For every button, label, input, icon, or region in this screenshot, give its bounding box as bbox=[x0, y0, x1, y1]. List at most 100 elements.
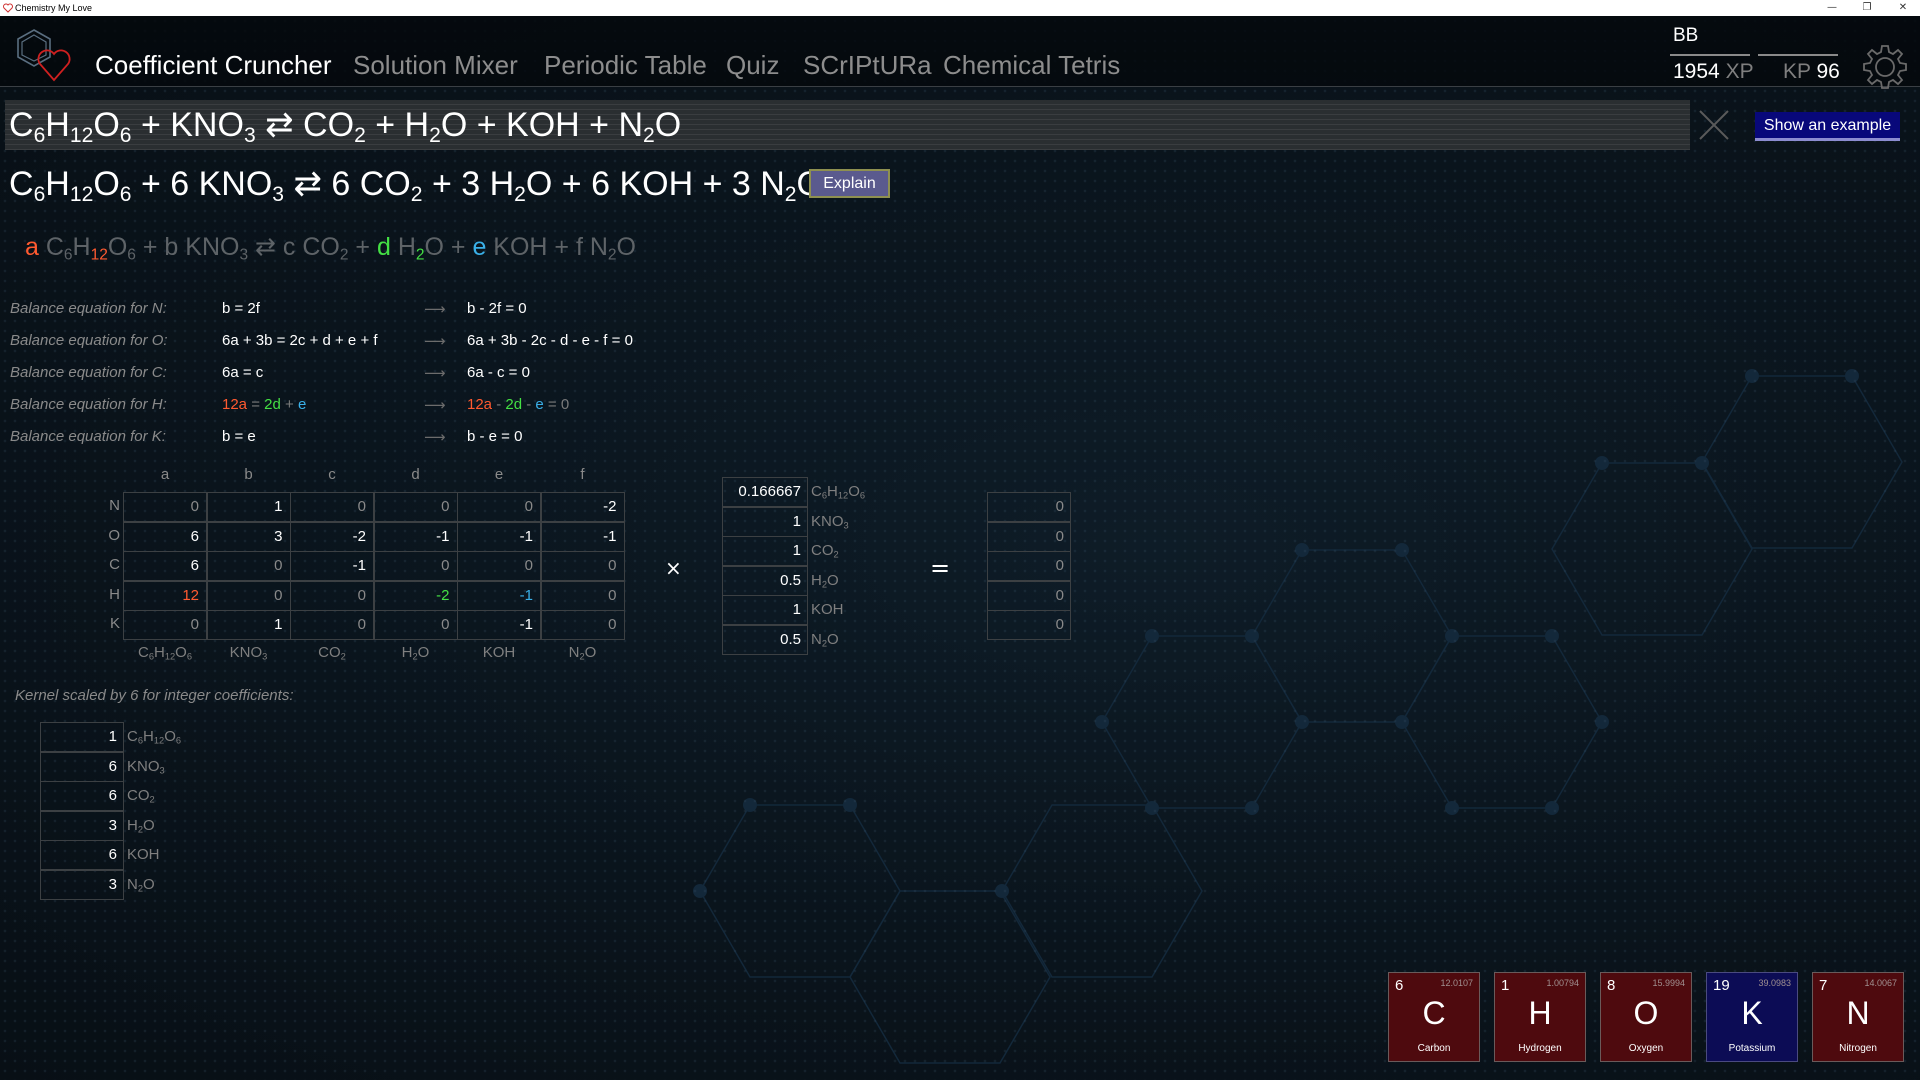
element-name: Nitrogen bbox=[1839, 1043, 1877, 1054]
tab-chemical-tetris[interactable]: Chemical Tetris bbox=[943, 50, 1120, 81]
kernel-scaled-species: N2O bbox=[127, 875, 155, 894]
gear-icon[interactable] bbox=[1862, 44, 1908, 90]
element-name: Oxygen bbox=[1628, 1043, 1664, 1054]
equals-symbol: = bbox=[930, 554, 951, 582]
tab-periodic-table[interactable]: Periodic Table bbox=[544, 50, 707, 81]
balance-equation-label: Balance equation for K: bbox=[10, 428, 166, 445]
element-symbol: H bbox=[1528, 995, 1552, 1031]
matrix-cell: 0 bbox=[206, 551, 291, 581]
element-symbol: K bbox=[1741, 995, 1763, 1031]
atomic-number: 1 bbox=[1501, 977, 1510, 994]
matrix-cell: 0 bbox=[457, 551, 541, 581]
matrix-cell: 3 bbox=[206, 521, 291, 552]
matrix-column-header: f bbox=[580, 466, 585, 483]
matrix-column-header: a bbox=[160, 466, 170, 483]
kp-display: KP 96 bbox=[1783, 60, 1840, 84]
atomic-mass: 12.0107 bbox=[1440, 978, 1473, 988]
matrix-cell: -2 bbox=[373, 580, 458, 611]
result-vector-cell: 0 bbox=[987, 492, 1071, 522]
matrix-cell: 0 bbox=[123, 610, 207, 640]
balance-equation-lhs: 6a = c bbox=[222, 364, 264, 381]
kernel-vector-species: KNO3 bbox=[811, 512, 849, 531]
atomic-mass: 39.0983 bbox=[1758, 978, 1791, 988]
element-symbol: C bbox=[1422, 995, 1446, 1031]
matrix-cell: -2 bbox=[540, 492, 625, 522]
kernel-vector-cell: 0.5 bbox=[722, 565, 808, 596]
kernel-vector-species: N2O bbox=[811, 630, 839, 649]
atomic-number: 6 bbox=[1395, 977, 1404, 994]
element-tile-oxygen[interactable]: 8 15.9994 O Oxygen bbox=[1600, 972, 1692, 1062]
kernel-scaled-species: C6H12O6 bbox=[127, 728, 182, 746]
kernel-vector-cell: 1 bbox=[722, 506, 808, 537]
xp-display: 1954 XP bbox=[1673, 60, 1754, 84]
matrix-cell: 0 bbox=[373, 492, 458, 522]
kp-divider bbox=[1758, 54, 1838, 56]
kernel-scaled-species: H2O bbox=[127, 816, 155, 835]
kernel-scaled-cell: 3 bbox=[40, 869, 124, 900]
kp-label: KP bbox=[1783, 60, 1811, 83]
element-tile-nitrogen[interactable]: 7 14.0067 N Nitrogen bbox=[1812, 972, 1904, 1062]
tab-coefficient-cruncher[interactable]: Coefficient Cruncher bbox=[95, 50, 332, 81]
logo-benzene-heart-icon bbox=[17, 29, 71, 82]
user-initials: BB bbox=[1673, 25, 1699, 46]
matrix-column-header: e bbox=[494, 466, 504, 483]
matrix-column-species: C6H12O6 bbox=[137, 644, 193, 662]
element-symbol: O bbox=[1633, 995, 1659, 1031]
kernel-vector-species: C6H12O6 bbox=[811, 483, 866, 501]
window-title: Chemistry My Love bbox=[15, 3, 93, 13]
matrix-cell: 0 bbox=[290, 580, 374, 611]
tab-solution-mixer[interactable]: Solution Mixer bbox=[353, 50, 518, 81]
kernel-vector-cell: 0.5 bbox=[722, 624, 808, 655]
balanced-equation: C6H12O6 + 6 KNO3 ⇄ 6 CO2 + 3 H2O + 6 KOH… bbox=[9, 165, 823, 206]
matrix-cell: 0 bbox=[540, 551, 625, 581]
matrix-column-header: d bbox=[411, 466, 420, 483]
matrix-cell: -1 bbox=[290, 551, 374, 581]
balance-equation-lhs: b = e bbox=[222, 428, 256, 445]
show-example-button[interactable]: Show an example bbox=[1755, 112, 1900, 141]
kernel-vector-species: KOH bbox=[811, 601, 844, 618]
arrow-icon: ⟶ bbox=[424, 364, 446, 382]
atomic-number: 8 bbox=[1607, 977, 1616, 994]
matrix-cell: 12 bbox=[123, 580, 207, 611]
xp-value: 1954 bbox=[1673, 60, 1720, 83]
kp-value: 96 bbox=[1816, 60, 1840, 83]
balance-equation-label: Balance equation for O: bbox=[10, 332, 168, 349]
kernel-scaled-species: KOH bbox=[127, 846, 160, 863]
element-tile-carbon[interactable]: 6 12.0107 C Carbon bbox=[1388, 972, 1480, 1062]
minimize-button[interactable]: — bbox=[1817, 0, 1847, 16]
element-tile-potassium[interactable]: 19 39.0983 K Potassium bbox=[1706, 972, 1798, 1062]
close-window-button[interactable]: ✕ bbox=[1888, 0, 1918, 16]
equation-input[interactable]: C6H12O6 + KNO3 ⇄ CO2 + H2O + KOH + N2O bbox=[5, 100, 1690, 150]
matrix-column-species: CO2 bbox=[318, 644, 346, 662]
matrix-cell: 0 bbox=[373, 551, 458, 581]
explain-button[interactable]: Explain bbox=[809, 169, 890, 198]
atomic-number: 7 bbox=[1819, 977, 1828, 994]
matrix-cell: 6 bbox=[123, 521, 207, 552]
result-vector-cell: 0 bbox=[987, 580, 1071, 611]
atomic-mass: 14.0067 bbox=[1864, 978, 1897, 988]
result-vector-cell: 0 bbox=[987, 551, 1071, 581]
variable-equation: a C6H12O6 + b KNO3 ⇄ c CO2 + d H2O + e K… bbox=[25, 233, 636, 264]
matrix-cell: -1 bbox=[373, 521, 458, 552]
matrix-cell: -1 bbox=[457, 521, 541, 552]
restore-button[interactable]: ❐ bbox=[1852, 0, 1882, 16]
balance-equation-rhs: 6a - c = 0 bbox=[467, 364, 530, 381]
element-name: Carbon bbox=[1417, 1043, 1451, 1054]
matrix-column-header: b bbox=[244, 466, 253, 483]
tab-quiz[interactable]: Quiz bbox=[726, 50, 779, 81]
result-vector-cell: 0 bbox=[987, 610, 1071, 640]
matrix-cell: -2 bbox=[290, 521, 374, 552]
matrix-column-header: c bbox=[328, 466, 336, 483]
arrow-icon: ⟶ bbox=[424, 332, 446, 350]
balance-equation-lhs: b = 2f bbox=[222, 300, 260, 317]
matrix-cell: 0 bbox=[540, 580, 625, 611]
arrow-icon: ⟶ bbox=[424, 428, 446, 446]
app-heart-icon bbox=[3, 3, 13, 13]
kernel-scaled-cell: 1 bbox=[40, 722, 124, 752]
kernel-vector-species: CO2 bbox=[811, 542, 839, 560]
clear-input-close-icon[interactable] bbox=[1697, 108, 1731, 142]
element-tile-hydrogen[interactable]: 1 1.00794 H Hydrogen bbox=[1494, 972, 1586, 1062]
tab-scriptura[interactable]: SCrIPtURa bbox=[803, 50, 932, 81]
kernel-scaled-cell: 6 bbox=[40, 751, 124, 782]
equation-input-value: C6H12O6 + KNO3 ⇄ CO2 + H2O + KOH + N2O bbox=[9, 106, 682, 147]
